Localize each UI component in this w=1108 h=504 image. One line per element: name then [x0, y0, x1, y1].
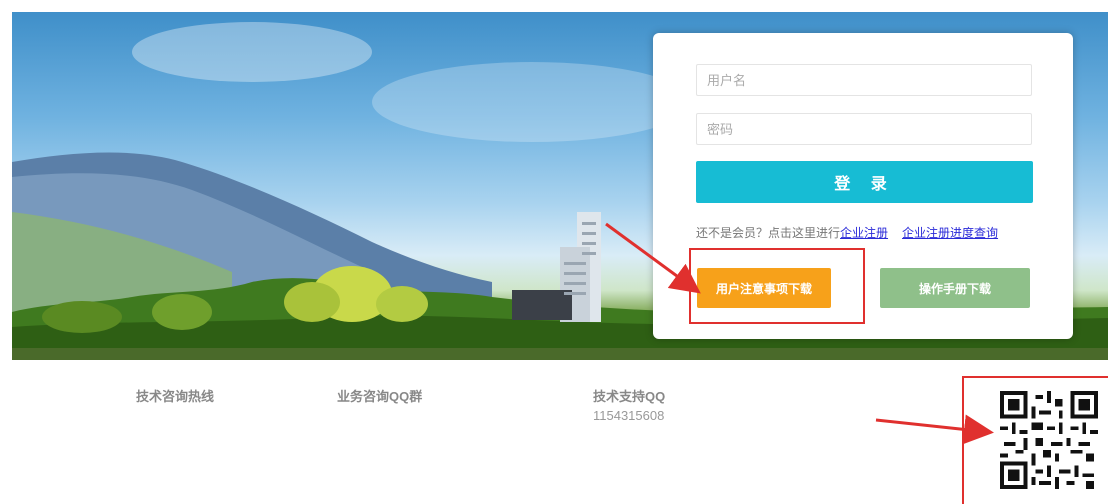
- qr-code-icon: [1000, 391, 1098, 489]
- qq-group-label: 业务咨询QQ群: [337, 389, 423, 404]
- support-qq-value: 1154315608: [593, 408, 665, 423]
- register-prompt-text: 还不是会员？点击这里进行: [696, 226, 841, 240]
- notice-download-button[interactable]: 用户注意事项下载: [697, 268, 831, 308]
- arrow-icon: [875, 414, 994, 445]
- register-line: 还不是会员？点击这里进行企业注册 企业注册进度查询: [696, 224, 1046, 241]
- password-input[interactable]: [696, 113, 1032, 145]
- hotline-label: 技术咨询热线: [136, 389, 215, 404]
- registration-progress-link[interactable]: 企业注册进度查询: [902, 226, 998, 240]
- username-input[interactable]: [696, 64, 1032, 96]
- register-link[interactable]: 企业注册: [840, 226, 888, 240]
- manual-download-button[interactable]: 操作手册下载: [880, 268, 1030, 308]
- support-qq-label: 技术支持QQ: [593, 389, 666, 404]
- login-panel: 登 录 还不是会员？点击这里进行企业注册企业注册进度查询 用户注意事项下载 操作…: [653, 33, 1073, 339]
- login-button[interactable]: 登 录: [696, 161, 1033, 203]
